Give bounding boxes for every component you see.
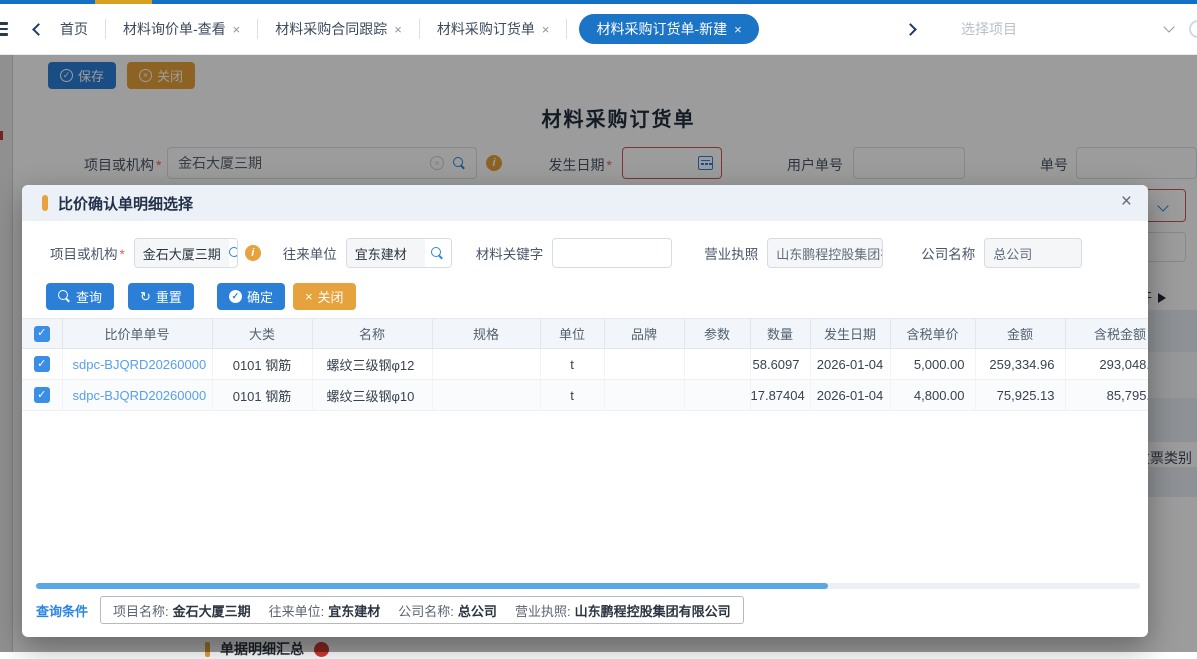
- tab-purchase-order-new-active[interactable]: 材料采购订货单-新建×: [579, 14, 758, 44]
- tab-purchase-order[interactable]: 材料采购订货单×: [420, 14, 567, 44]
- query-conditions-bar: 查询条件 项目名称:金石大厦三期 往来单位:宜东建材 公司名称:总公司 营业执照…: [36, 596, 744, 624]
- company-value-field: 总公司: [984, 238, 1082, 268]
- comparison-no-link[interactable]: sdpc-BJQRD20260000: [62, 380, 212, 411]
- results-table: ✓ 比价单单号 大类 名称 规格 单位 品牌 参数 数量 发生日期 含税单价 金…: [22, 318, 1148, 411]
- comparison-no-link[interactable]: sdpc-BJQRD20260000: [62, 349, 212, 380]
- license-value-field: 山东鹏程控股集团有: [767, 238, 883, 268]
- refresh-icon: ↻: [140, 289, 151, 305]
- query-conditions-box: 项目名称:金石大厦三期 往来单位:宜东建材 公司名称:总公司 营业执照:山东鹏程…: [100, 596, 744, 624]
- clipped-avatar-icon: [1189, 20, 1197, 38]
- row-checkbox[interactable]: ✓: [22, 349, 62, 380]
- orange-bar-icon: [42, 195, 48, 211]
- price-comparison-dialog: 比价确认单明细选择 × 项目或机构 金石大厦三期 i 往来单位 宜东建材 材料关…: [22, 185, 1148, 637]
- keyword-label: 材料关键字: [476, 243, 544, 263]
- tab-close-icon[interactable]: ×: [233, 23, 241, 36]
- search-icon[interactable]: [229, 239, 238, 267]
- row-checkbox[interactable]: ✓: [22, 380, 62, 411]
- table-row[interactable]: ✓ sdpc-BJQRD20260000 0101 钢筋 螺纹三级钢φ10 t …: [22, 380, 1148, 411]
- table-row[interactable]: ✓ sdpc-BJQRD20260000 0101 钢筋 螺纹三级钢φ12 t …: [22, 349, 1148, 380]
- confirm-button[interactable]: ✓ 确定: [217, 283, 285, 310]
- checkbox-checked-icon[interactable]: ✓: [34, 387, 50, 403]
- project-label: 项目或机构: [50, 243, 125, 263]
- dialog-header: 比价确认单明细选择 ×: [22, 185, 1148, 221]
- project-select-placeholder: 选择项目: [961, 19, 1017, 39]
- dialog-filter-form: 项目或机构 金石大厦三期 i 往来单位 宜东建材 材料关键字 营业执照 山东鹏程…: [50, 238, 1148, 268]
- tab-close-icon[interactable]: ×: [734, 23, 742, 36]
- tab-divider: [566, 19, 567, 39]
- query-conditions-label: 查询条件: [36, 601, 88, 620]
- reset-button[interactable]: ↻ 重置: [128, 283, 194, 310]
- tab-close-icon[interactable]: ×: [394, 23, 402, 36]
- checkbox-checked-icon[interactable]: ✓: [34, 356, 50, 372]
- search-icon[interactable]: [425, 239, 451, 267]
- select-all-checkbox[interactable]: ✓: [22, 319, 62, 349]
- table-header-row: ✓ 比价单单号 大类 名称 规格 单位 品牌 参数 数量 发生日期 含税单价 金…: [22, 319, 1148, 349]
- check-circle-icon: ✓: [229, 290, 242, 303]
- tab-home[interactable]: 首页: [43, 14, 105, 44]
- dialog-close-button[interactable]: × 关闭: [293, 283, 356, 310]
- chevron-down-icon: [1163, 21, 1174, 32]
- x-icon: ×: [305, 289, 313, 304]
- info-icon: i: [245, 245, 261, 261]
- supplier-label: 往来单位: [283, 243, 337, 263]
- search-icon: [58, 290, 71, 303]
- tabs-scroll-right-icon[interactable]: [904, 23, 917, 36]
- keyword-input[interactable]: [552, 238, 672, 268]
- company-label: 公司名称: [921, 243, 975, 263]
- tab-close-icon[interactable]: ×: [542, 23, 550, 36]
- supplier-input[interactable]: 宜东建材: [346, 238, 452, 268]
- tab-material-inquiry-view[interactable]: 材料询价单-查看×: [106, 14, 257, 44]
- dialog-title: 比价确认单明细选择: [58, 193, 193, 214]
- horizontal-scrollbar[interactable]: [36, 583, 1140, 589]
- hamburger-menu-icon[interactable]: [0, 22, 8, 38]
- license-label: 营业执照: [704, 243, 758, 263]
- project-select[interactable]: 选择项目: [949, 11, 1197, 47]
- tab-purchase-contract-track[interactable]: 材料采购合同跟踪×: [258, 14, 419, 44]
- checkbox-checked-icon[interactable]: ✓: [34, 326, 50, 342]
- project-input[interactable]: 金石大厦三期: [134, 238, 238, 268]
- scrollbar-thumb[interactable]: [36, 583, 828, 589]
- dialog-close-icon[interactable]: ×: [1121, 191, 1132, 214]
- query-button[interactable]: 查询: [46, 283, 114, 310]
- dialog-buttons: 查询 ↻ 重置 ✓ 确定 × 关闭: [46, 283, 1148, 310]
- tab-bar: 首页 材料询价单-查看× 材料采购合同跟踪× 材料采购订货单× 材料采购订货单-…: [0, 4, 1197, 55]
